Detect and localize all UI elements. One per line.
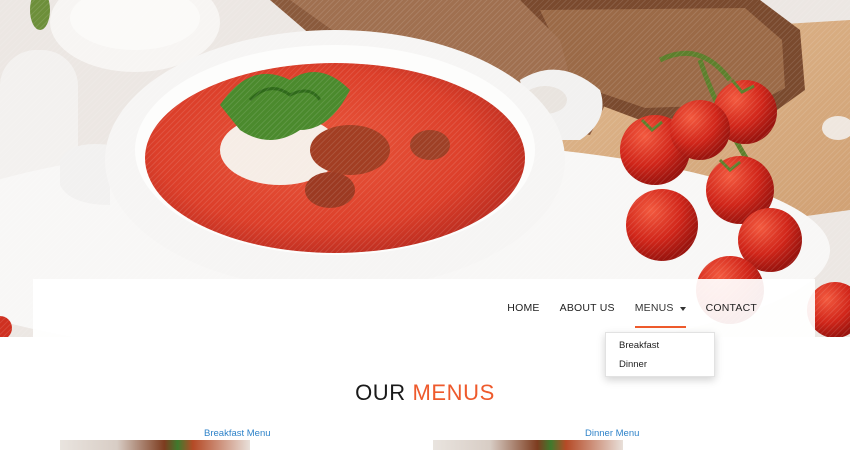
menus-dropdown: Breakfast Dinner [605,332,715,377]
nav-about-us-label: ABOUT US [559,302,615,314]
dropdown-item-dinner[interactable]: Dinner [606,355,714,374]
breakfast-menu-link[interactable]: Breakfast Menu [204,428,271,439]
nav-menus-label: MENUS [634,302,674,314]
nav-contact[interactable]: CONTACT [696,279,767,337]
main-nav: HOME ABOUT US MENUS CONTACT [497,279,767,337]
section-title-part2: MENUS [412,380,495,405]
dinner-menu-image[interactable] [433,440,623,450]
nav-about-us[interactable]: ABOUT US [550,279,625,337]
dinner-menu-link[interactable]: Dinner Menu [585,428,639,439]
nav-home[interactable]: HOME [497,279,549,337]
navbar: HOME ABOUT US MENUS CONTACT [33,279,815,337]
dropdown-item-breakfast[interactable]: Breakfast [606,336,714,355]
nav-contact-label: CONTACT [705,302,757,314]
section-title: OUR MENUS [0,380,850,406]
section-title-part1: OUR [355,380,406,405]
caret-down-icon [679,306,686,311]
breakfast-menu-image[interactable] [60,440,250,450]
nav-menus[interactable]: MENUS [625,279,696,337]
nav-home-label: HOME [507,302,540,314]
